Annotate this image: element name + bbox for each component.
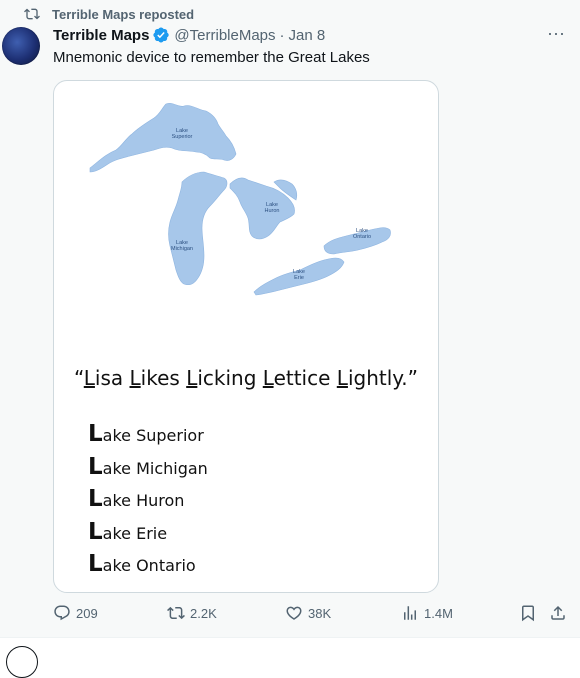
verified-badge-icon[interactable] — [152, 26, 170, 44]
repost-label: Terrible Maps reposted — [52, 6, 195, 22]
repost-indicator[interactable]: Terrible Maps reposted — [24, 5, 194, 23]
post-date[interactable]: Jan 8 — [289, 27, 326, 44]
reply-icon — [54, 605, 70, 621]
bookmark-button[interactable] — [519, 604, 542, 622]
post[interactable]: Terrible Maps reposted Terrible Maps @Te… — [0, 0, 580, 637]
lake-michigan-shape — [168, 171, 228, 286]
repost-button[interactable]: 2.2K — [167, 604, 217, 622]
svg-text:LakeOntario: Lake Ontario — [353, 228, 371, 240]
divider — [0, 637, 580, 638]
analytics-icon — [404, 606, 416, 620]
author-handle[interactable]: @TerribleMaps — [174, 27, 275, 44]
repost-icon — [167, 606, 185, 620]
lake-list-item: Lake Superior — [88, 421, 204, 447]
great-lakes-map: Lake Superior Lake Michigan Lake Huron Lake… — [89, 103, 391, 296]
author-name[interactable]: Terrible Maps — [53, 27, 149, 44]
post-text: Mnemonic device to remember the Great La… — [53, 49, 370, 66]
reply-button[interactable]: 209 — [53, 604, 98, 622]
bookmark-icon — [522, 605, 534, 622]
repost-icon — [24, 8, 40, 20]
views-button[interactable]: 1.4M — [401, 604, 453, 622]
avatar[interactable] — [2, 27, 40, 65]
share-button[interactable] — [549, 604, 572, 622]
lake-superior-shape — [89, 103, 237, 173]
like-button[interactable]: 38K — [285, 604, 331, 622]
lake-list-item: Lake Ontario — [88, 551, 196, 577]
action-bar: 209 2.2K 38K 1.4M — [53, 604, 573, 624]
post-image[interactable]: Lake Superior Lake Michigan Lake Huron Lake… — [53, 80, 439, 593]
lake-list-item: Lake Erie — [88, 518, 168, 545]
lake-list: Lake Superior Lake Michigan Lake Huron L… — [88, 421, 208, 584]
mnemonic-quote: “Lisa Likes Licking Lettice Lightly.” — [74, 366, 418, 390]
lake-list-item: Lake Michigan — [88, 453, 208, 480]
repost-count: 2.2K — [190, 605, 217, 621]
lake-list-item: Lake Huron — [88, 486, 185, 512]
svg-text:LakeHuron: Lake Huron — [265, 202, 280, 214]
share-icon — [551, 605, 565, 620]
separator-dot: · — [279, 26, 285, 44]
reply-count: 209 — [76, 605, 98, 621]
post-header: Terrible Maps @TerribleMaps · Jan 8 — [53, 26, 325, 44]
heart-icon — [286, 606, 302, 620]
more-options-icon[interactable]: ··· — [546, 24, 566, 44]
svg-text:LakeErie: Lake Erie — [293, 269, 305, 281]
lake-huron-shape — [229, 177, 298, 240]
like-count: 38K — [308, 605, 332, 621]
view-count: 1.4M — [424, 605, 453, 621]
